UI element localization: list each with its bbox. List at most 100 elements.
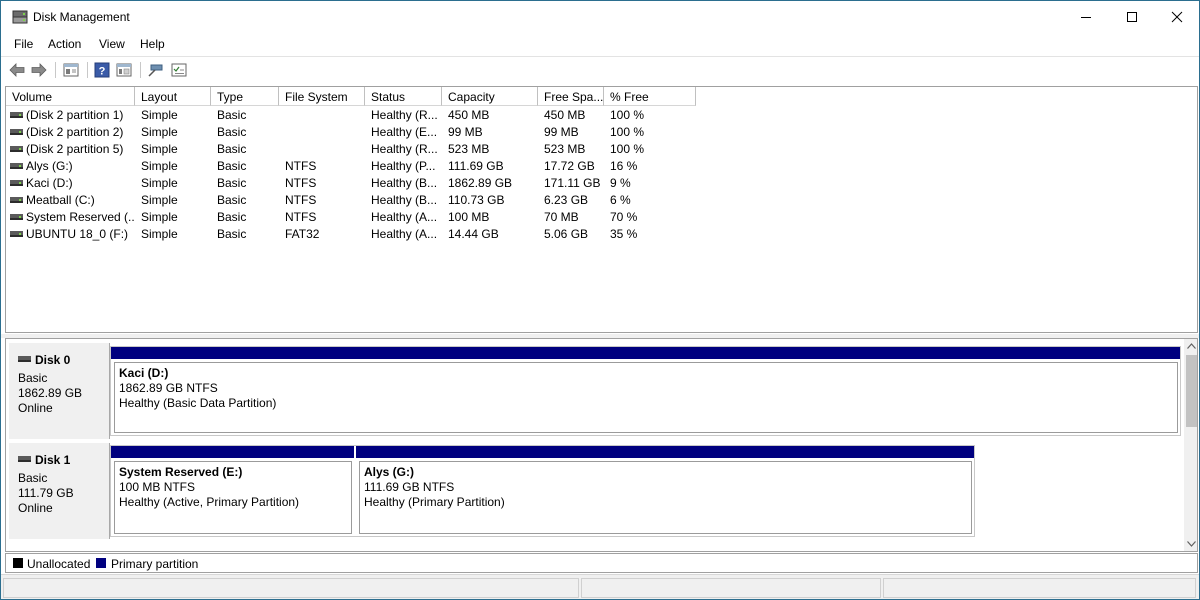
- column-header-file-system[interactable]: File System: [279, 87, 365, 106]
- minimize-button[interactable]: [1063, 1, 1109, 33]
- cell-status: Healthy (R...: [371, 142, 438, 156]
- disk-0-label[interactable]: Disk 0 Basic 1862.89 GB Online: [9, 343, 110, 439]
- chevron-up-icon: [1187, 343, 1196, 349]
- cell-status: Healthy (R...: [371, 108, 438, 122]
- cell-layout: Simple: [141, 193, 178, 207]
- status-segment: [581, 578, 881, 598]
- cell-percent-free: 16 %: [610, 159, 638, 173]
- partition-system-reserved-body: System Reserved (E:) 100 MB NTFS Healthy…: [114, 461, 352, 534]
- volume-row[interactable]: Alys (G:) Simple Basic NTFS Healthy (P... 111…: [6, 157, 696, 174]
- volume-icon: [10, 112, 23, 118]
- cell-file-system: NTFS: [285, 193, 317, 207]
- partition-system-reserved[interactable]: System Reserved (E:) 100 MB NTFS Healthy…: [111, 446, 354, 536]
- column-header-type[interactable]: Type: [211, 87, 279, 106]
- column-header-volume[interactable]: Volume: [6, 87, 135, 106]
- cell-status: Healthy (P...: [371, 159, 436, 173]
- volume-row[interactable]: UBUNTU 18_0 (F:) Simple Basic FAT32 Healthy …: [6, 225, 696, 242]
- disk-0-state: Online: [18, 401, 53, 415]
- disk-1-state: Online: [18, 501, 53, 515]
- cell-capacity: 14.44 GB: [448, 227, 499, 241]
- partition-kaci[interactable]: Kaci (D:) 1862.89 GB NTFS Healthy (Basic…: [111, 347, 1180, 435]
- cell-capacity: 523 MB: [448, 142, 490, 156]
- volume-list[interactable]: Volume Layout Type File System Status Ca…: [5, 86, 1198, 333]
- volume-icon: [10, 180, 23, 186]
- volume-icon: [10, 214, 23, 220]
- cell-volume: Alys (G:): [26, 159, 73, 173]
- volume-icon: [10, 163, 23, 169]
- column-header-free-space[interactable]: Free Spa...: [538, 87, 604, 106]
- status-bar: [1, 574, 1199, 599]
- menu-help[interactable]: Help: [140, 37, 165, 51]
- cell-status: Healthy (B...: [371, 176, 438, 190]
- checklist-icon: [171, 63, 187, 77]
- cell-file-system: NTFS: [285, 176, 317, 190]
- scrollbar-thumb[interactable]: [1186, 355, 1197, 427]
- primary-partition-swatch: [96, 558, 106, 568]
- scroll-up-button[interactable]: [1184, 339, 1197, 353]
- show-hide-console-tree-button[interactable]: [61, 60, 81, 80]
- cell-capacity: 450 MB: [448, 108, 490, 122]
- partition-size-fs: 111.69 GB NTFS: [364, 480, 455, 494]
- disk-management-window: Disk Management File Action View Help ?: [0, 0, 1200, 600]
- scroll-down-button[interactable]: [1184, 537, 1197, 551]
- partition-name: System Reserved (E:): [119, 465, 243, 479]
- volume-row[interactable]: (Disk 2 partition 5) Simple Basic Healthy (…: [6, 140, 696, 157]
- forward-button[interactable]: [29, 60, 49, 80]
- partition-name: Kaci (D:): [119, 366, 169, 380]
- cell-layout: Simple: [141, 227, 178, 241]
- window-title: Disk Management: [33, 10, 130, 24]
- checklist-button[interactable]: [169, 60, 189, 80]
- maximize-button[interactable]: [1109, 1, 1155, 33]
- svg-text:?: ?: [99, 66, 106, 78]
- title-bar[interactable]: Disk Management: [1, 1, 1199, 33]
- cell-layout: Simple: [141, 125, 178, 139]
- partition-size-fs: 100 MB NTFS: [119, 480, 196, 494]
- cell-layout: Simple: [141, 142, 178, 156]
- help-icon: ?: [94, 62, 110, 78]
- disk-0-size: 1862.89 GB: [18, 386, 83, 400]
- back-button[interactable]: [7, 60, 27, 80]
- toolbar-separator: [55, 62, 56, 78]
- disk-0-type: Basic: [18, 371, 48, 385]
- cell-free-space: 171.11 GB: [544, 176, 601, 190]
- connect-button[interactable]: [146, 60, 166, 80]
- column-header-capacity[interactable]: Capacity: [442, 87, 538, 106]
- cell-status: Healthy (B...: [371, 193, 438, 207]
- cell-layout: Simple: [141, 176, 178, 190]
- volume-row[interactable]: Meatball (C:) Simple Basic NTFS Healthy (B..…: [6, 191, 696, 208]
- volume-row[interactable]: System Reserved (... Simple Basic NTFS Healt…: [6, 208, 696, 225]
- disk-1-type: Basic: [18, 471, 48, 485]
- volume-row[interactable]: (Disk 2 partition 1) Simple Basic Healthy (…: [6, 106, 696, 123]
- properties-button[interactable]: [114, 60, 134, 80]
- unallocated-swatch: [13, 558, 23, 568]
- menu-file[interactable]: File: [14, 37, 33, 51]
- cell-volume: (Disk 2 partition 1): [26, 108, 124, 122]
- back-arrow-icon: [9, 63, 25, 77]
- cell-percent-free: 35 %: [610, 227, 638, 241]
- disk-icon: [18, 456, 31, 462]
- menu-view[interactable]: View: [99, 37, 125, 51]
- column-header-layout[interactable]: Layout: [135, 87, 211, 106]
- cell-percent-free: 70 %: [610, 210, 638, 224]
- volume-row[interactable]: Kaci (D:) Simple Basic NTFS Healthy (B... 186…: [6, 174, 696, 191]
- close-button[interactable]: [1154, 1, 1199, 33]
- maximize-icon: [1127, 12, 1137, 22]
- partition-size-fs: 1862.89 GB NTFS: [119, 381, 218, 395]
- partition-name: Alys (G:): [364, 465, 415, 479]
- help-button[interactable]: ?: [92, 60, 112, 80]
- cell-percent-free: 9 %: [610, 176, 631, 190]
- cell-capacity: 100 MB: [448, 210, 490, 224]
- volume-row[interactable]: (Disk 2 partition 2) Simple Basic Healthy (…: [6, 123, 696, 140]
- menu-action[interactable]: Action: [48, 37, 81, 51]
- partition-alys[interactable]: Alys (G:) 111.69 GB NTFS Healthy (Primar…: [356, 446, 974, 536]
- cell-free-space: 5.06 GB: [544, 227, 589, 241]
- column-header-status[interactable]: Status: [365, 87, 442, 106]
- column-header-percent-free[interactable]: % Free: [604, 87, 696, 106]
- graph-vertical-scrollbar[interactable]: [1184, 339, 1197, 551]
- disk-1-label[interactable]: Disk 1 Basic 111.79 GB Online: [9, 443, 110, 539]
- minimize-icon: [1081, 17, 1091, 18]
- chevron-down-icon: [1187, 541, 1196, 547]
- status-segment: [3, 578, 579, 598]
- cell-status: Healthy (A...: [371, 227, 438, 241]
- cell-type: Basic: [217, 108, 247, 122]
